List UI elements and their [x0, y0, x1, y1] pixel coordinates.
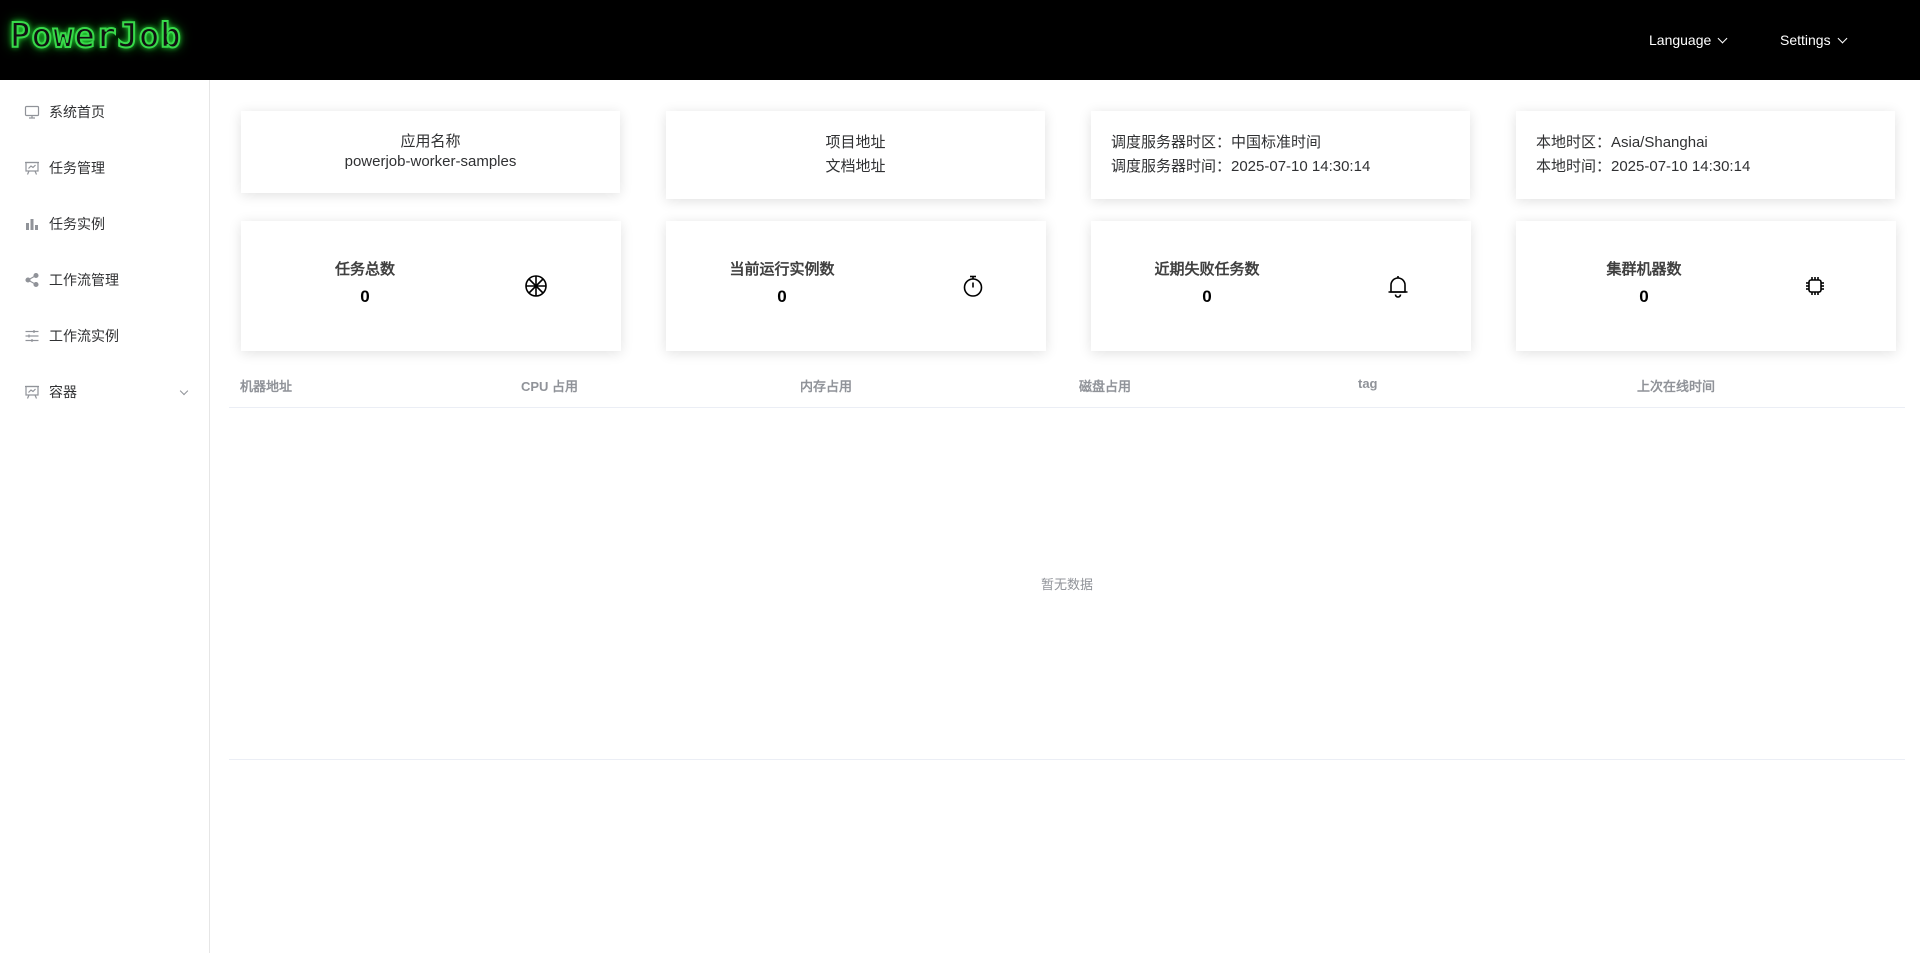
chevron-down-icon [1837, 33, 1848, 43]
top-header: PowerJob Language Settings [0, 0, 1920, 80]
stat-value: 0 [777, 287, 787, 306]
machine-table-header: 机器地址 CPU 占用 内存占用 磁盘占用 tag 上次在线时间 [229, 370, 1905, 408]
column-header: 内存占用 [800, 379, 853, 394]
local-time: 本地时间：2025-07-10 14:30:14 [1536, 158, 1751, 175]
column-header: tag [1358, 376, 1378, 391]
sidebar-item-label: 容器 [49, 384, 77, 400]
app-name-title: 应用名称 [400, 133, 461, 150]
presentation-board-icon [24, 384, 40, 400]
sidebar-item-label: 任务管理 [49, 160, 105, 176]
settings-dropdown[interactable]: Settings [1780, 0, 1848, 80]
bell-icon [1385, 273, 1411, 299]
server-timezone: 调度服务器时区：中国标准时间 [1111, 134, 1322, 151]
local-time-card: 本地时区：Asia/Shanghai 本地时间：2025-07-10 14:30… [1516, 111, 1895, 199]
bar-chart-icon [24, 216, 40, 232]
stat-label: 集群机器数 [1606, 261, 1682, 278]
stopwatch-icon [960, 273, 986, 299]
server-time-card: 调度服务器时区：中国标准时间 调度服务器时间：2025-07-10 14:30:… [1091, 111, 1470, 199]
chevron-down-icon [1717, 33, 1728, 43]
stat-label: 近期失败任务数 [1154, 261, 1260, 278]
sidebar-item-job-manage[interactable]: 任务管理 [0, 140, 209, 196]
stat-card-cluster-machines: 集群机器数 0 [1516, 221, 1896, 351]
sidebar-item-workflow-manage[interactable]: 工作流管理 [0, 252, 209, 308]
chevron-down-icon [179, 386, 189, 396]
stat-label: 当前运行实例数 [729, 261, 835, 278]
sidebar: 系统首页 任务管理 任务实例 工作流管理 工作流实例 容器 [0, 80, 210, 953]
docs-link[interactable]: 文档地址 [666, 155, 1045, 179]
server-time: 调度服务器时间：2025-07-10 14:30:14 [1111, 158, 1371, 175]
sidebar-item-label: 任务实例 [49, 216, 105, 232]
powerjob-logo[interactable]: PowerJob [9, 15, 182, 57]
app-name-card: 应用名称 powerjob-worker-samples [241, 111, 620, 193]
column-header: CPU 占用 [521, 379, 579, 394]
column-header: 磁盘占用 [1079, 379, 1132, 394]
stat-value: 0 [360, 287, 370, 306]
presentation-board-icon [24, 160, 40, 176]
column-header: 上次在线时间 [1637, 379, 1716, 394]
sidebar-item-label: 工作流实例 [49, 328, 119, 344]
aperture-icon [523, 273, 549, 299]
table-empty-state: 暂无数据 [229, 408, 1905, 760]
column-header: 机器地址 [240, 379, 293, 394]
local-timezone: 本地时区：Asia/Shanghai [1536, 134, 1708, 151]
sliders-icon [24, 328, 40, 344]
empty-text: 暂无数据 [1040, 577, 1093, 592]
stat-value: 0 [1202, 287, 1212, 306]
settings-label: Settings [1780, 32, 1831, 48]
stat-card-running-instances: 当前运行实例数 0 [666, 221, 1046, 351]
language-label: Language [1649, 32, 1712, 48]
cpu-chip-icon [1802, 273, 1828, 299]
stat-card-total-jobs: 任务总数 0 [241, 221, 621, 351]
app-name-value: powerjob-worker-samples [344, 153, 517, 170]
sidebar-item-job-instances[interactable]: 任务实例 [0, 196, 209, 252]
language-dropdown[interactable]: Language [1649, 0, 1728, 80]
stat-card-failed-jobs: 近期失败任务数 0 [1091, 221, 1471, 351]
project-link[interactable]: 项目地址 [666, 131, 1045, 155]
stat-value: 0 [1639, 287, 1649, 306]
links-card: 项目地址 文档地址 [666, 111, 1045, 199]
sidebar-item-container[interactable]: 容器 [0, 364, 209, 420]
monitor-icon [24, 104, 40, 120]
sidebar-item-home[interactable]: 系统首页 [0, 84, 209, 140]
share-icon [24, 272, 40, 288]
sidebar-item-label: 系统首页 [49, 104, 105, 120]
sidebar-item-workflow-instances[interactable]: 工作流实例 [0, 308, 209, 364]
sidebar-item-label: 工作流管理 [49, 272, 119, 288]
stat-label: 任务总数 [334, 261, 395, 278]
